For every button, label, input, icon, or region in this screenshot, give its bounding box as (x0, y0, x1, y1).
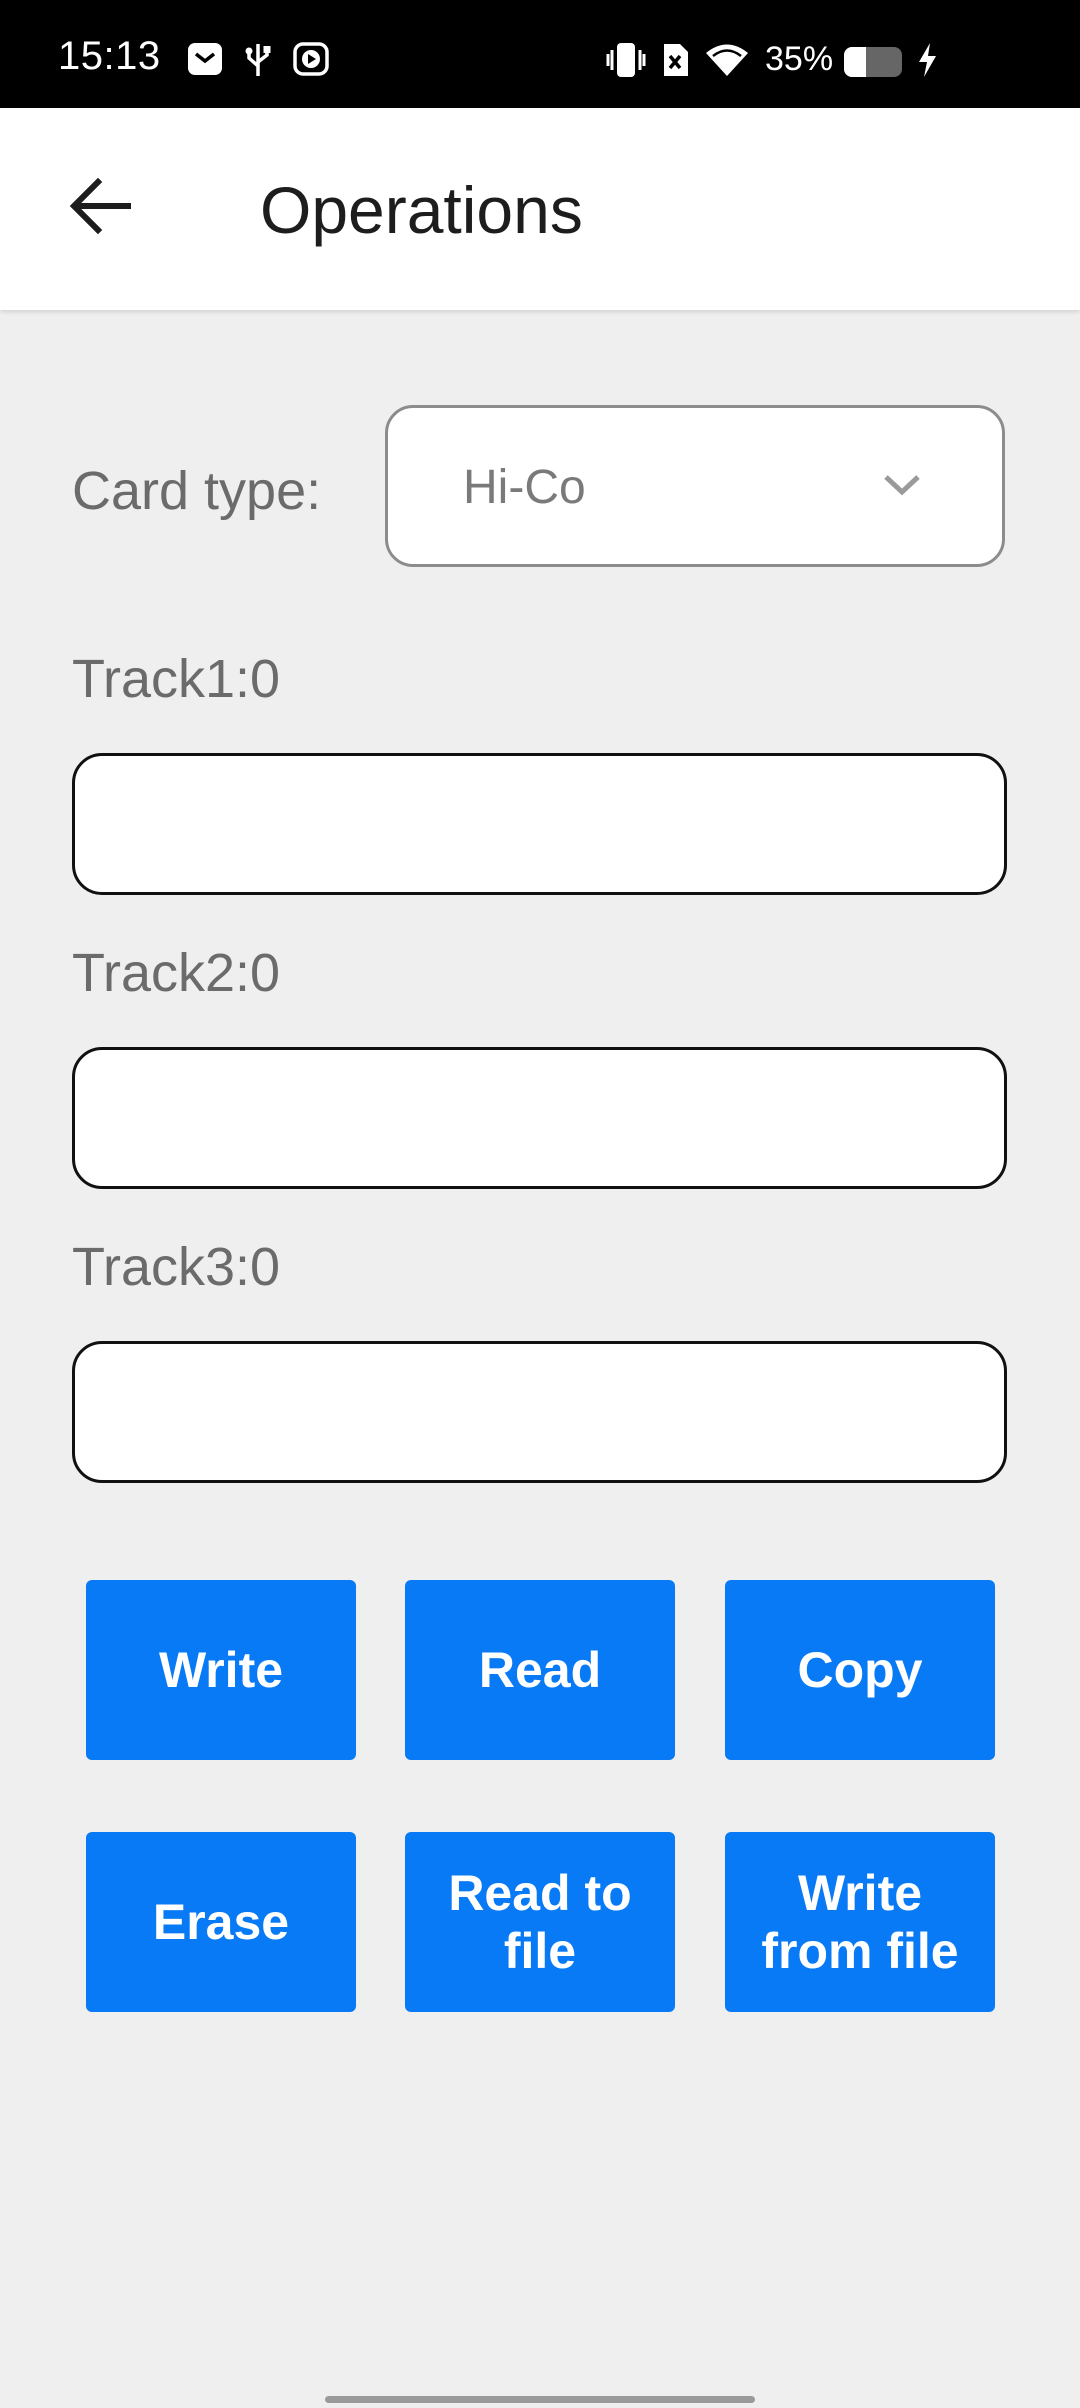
track2-label: Track2:0 (72, 943, 281, 1003)
track3-label: Track3:0 (72, 1237, 281, 1297)
card-type-label: Card type: (72, 461, 322, 521)
erase-button[interactable]: Erase (86, 1832, 356, 2012)
write-from-file-button[interactable]: Write from file (725, 1832, 995, 2012)
read-button[interactable]: Read (405, 1580, 675, 1760)
chevron-down-icon (882, 472, 922, 503)
status-time: 15:13 (58, 34, 161, 78)
app-bar: Operations (0, 108, 1080, 310)
wifi-icon (704, 42, 750, 83)
messages-icon (187, 42, 223, 81)
card-type-dropdown[interactable]: Hi-Co (385, 405, 1005, 567)
back-button[interactable] (60, 168, 140, 248)
arrow-left-icon (68, 176, 132, 241)
track3-input[interactable] (72, 1341, 1007, 1483)
track2-input[interactable] (72, 1047, 1007, 1189)
battery-percentage: 35% (765, 40, 834, 78)
battery-icon (843, 46, 907, 83)
track1-input[interactable] (72, 753, 1007, 895)
home-indicator[interactable] (325, 2396, 755, 2403)
copy-button[interactable]: Copy (725, 1580, 995, 1760)
card-type-value: Hi-Co (463, 461, 586, 514)
usb-icon (243, 42, 273, 83)
track1-label: Track1:0 (72, 649, 281, 709)
read-to-file-button[interactable]: Read to file (405, 1832, 675, 2012)
charging-icon (916, 42, 938, 83)
media-icon (293, 42, 329, 81)
vibrate-icon (606, 42, 646, 83)
no-sim-icon (660, 42, 690, 83)
write-button[interactable]: Write (86, 1580, 356, 1760)
page-title: Operations (260, 173, 583, 247)
status-bar: 15:13 35% (0, 0, 1080, 108)
